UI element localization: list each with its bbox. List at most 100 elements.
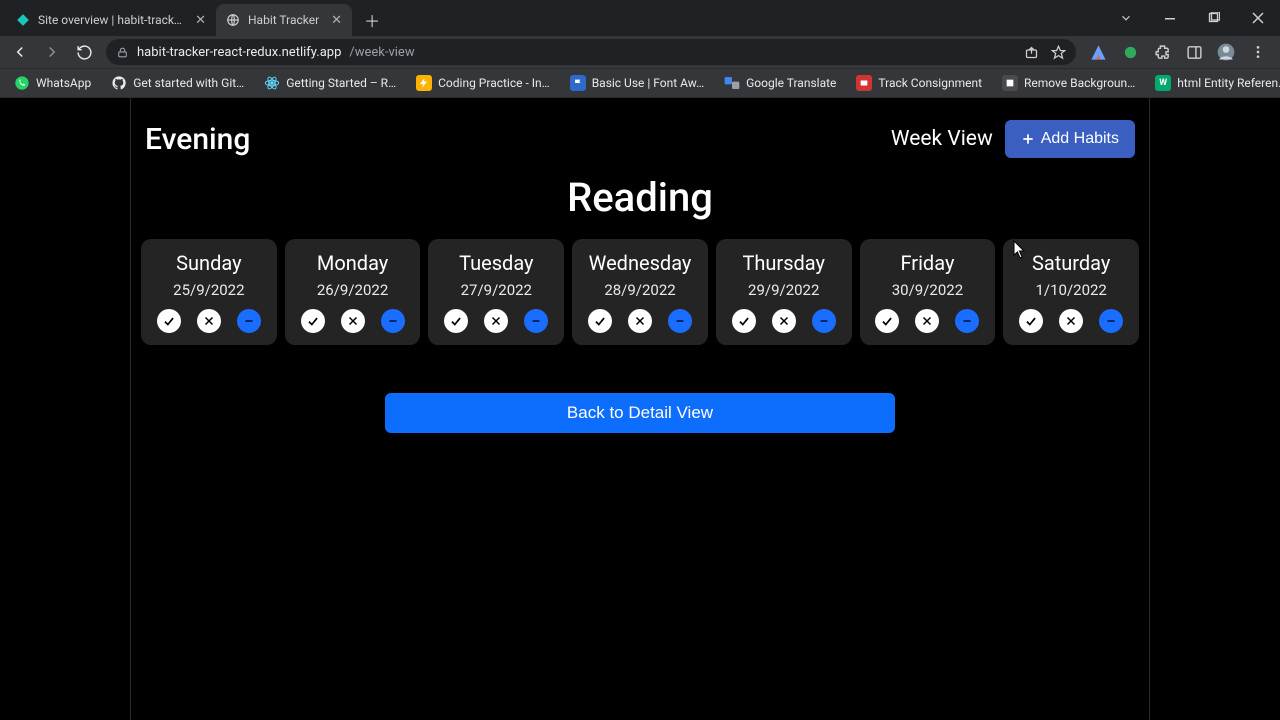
- bookmark-label: Google Translate: [746, 76, 836, 90]
- chevron-down-icon[interactable]: [1104, 0, 1148, 36]
- day-date: 28/9/2022: [578, 281, 702, 299]
- bookmark-fontawesome[interactable]: Basic Use | Font Aw…: [564, 72, 710, 94]
- mark-undone-button[interactable]: [772, 309, 796, 333]
- status-icons: [866, 309, 990, 333]
- mark-undone-button[interactable]: [197, 309, 221, 333]
- bookmark-label: Get started with Git…: [133, 76, 244, 90]
- url-path: /week-view: [349, 45, 414, 60]
- bolt-icon: [416, 75, 432, 91]
- bookmark-label: Coding Practice - In…: [438, 76, 550, 90]
- mark-done-button[interactable]: [732, 309, 756, 333]
- lock-icon: [116, 46, 129, 59]
- bookmark-label: Track Consignment: [878, 76, 982, 90]
- mark-undone-button[interactable]: [915, 309, 939, 333]
- mark-none-button[interactable]: [524, 309, 548, 333]
- bookmark-track[interactable]: Track Consignment: [850, 72, 988, 94]
- day-card: Sunday 25/9/2022: [141, 239, 277, 345]
- kebab-menu-icon[interactable]: [1244, 38, 1272, 66]
- browser-toolbar: habit-tracker-react-redux.netlify.app/we…: [0, 36, 1280, 68]
- app-topbar: Evening Week View Add Habits: [141, 98, 1139, 168]
- extension-dot-icon[interactable]: [1116, 38, 1144, 66]
- bookmark-label: Basic Use | Font Aw…: [592, 76, 704, 90]
- day-card: Saturday 1/10/2022: [1003, 239, 1139, 345]
- post-icon: [856, 75, 872, 91]
- netlify-icon: [16, 13, 30, 27]
- bookmark-react[interactable]: Getting Started – R…: [258, 72, 402, 94]
- mark-done-button[interactable]: [875, 309, 899, 333]
- week-row: Sunday 25/9/2022 Monday 26/9/2022: [141, 239, 1139, 345]
- tab-habit-tracker[interactable]: Habit Tracker ✕: [216, 4, 352, 36]
- tab-site-overview[interactable]: Site overview | habit-tracker-reac ✕: [6, 4, 216, 36]
- mark-none-button[interactable]: [668, 309, 692, 333]
- mark-done-button[interactable]: [301, 309, 325, 333]
- new-tab-button[interactable]: ＋: [358, 6, 386, 34]
- mark-none-button[interactable]: [812, 309, 836, 333]
- day-date: 27/9/2022: [434, 281, 558, 299]
- w3-icon: W: [1155, 75, 1171, 91]
- week-view-link[interactable]: Week View: [891, 127, 993, 151]
- mark-done-button[interactable]: [157, 309, 181, 333]
- mark-undone-button[interactable]: [484, 309, 508, 333]
- day-of-week: Monday: [291, 251, 415, 275]
- mark-done-button[interactable]: [444, 309, 468, 333]
- translate-icon: [724, 75, 740, 91]
- devtools-icon[interactable]: [1084, 38, 1112, 66]
- mark-none-button[interactable]: [381, 309, 405, 333]
- globe-icon: [226, 13, 240, 27]
- day-date: 1/10/2022: [1009, 281, 1133, 299]
- section-title: Evening: [145, 122, 250, 157]
- back-button[interactable]: [6, 38, 34, 66]
- close-icon[interactable]: ✕: [195, 13, 206, 28]
- url-host: habit-tracker-react-redux.netlify.app: [137, 45, 341, 60]
- bookmark-label: Remove Backgroun…: [1024, 76, 1135, 90]
- status-icons: [434, 309, 558, 333]
- profile-avatar[interactable]: [1212, 38, 1240, 66]
- address-bar[interactable]: habit-tracker-react-redux.netlify.app/we…: [106, 39, 1076, 65]
- bookmark-whatsapp[interactable]: WhatsApp: [8, 72, 97, 94]
- back-to-detail-button[interactable]: Back to Detail View: [385, 393, 895, 433]
- day-of-week: Thursday: [722, 251, 846, 275]
- reload-button[interactable]: [70, 38, 98, 66]
- star-icon[interactable]: [1051, 45, 1066, 60]
- mark-none-button[interactable]: [955, 309, 979, 333]
- day-card: Wednesday 28/9/2022: [572, 239, 708, 345]
- day-of-week: Wednesday: [578, 251, 702, 275]
- forward-button[interactable]: [38, 38, 66, 66]
- day-of-week: Saturday: [1009, 251, 1133, 275]
- bookmarks-bar: WhatsApp Get started with Git… Getting S…: [0, 68, 1280, 98]
- minimize-button[interactable]: [1148, 0, 1192, 36]
- share-icon[interactable]: [1024, 45, 1039, 60]
- react-icon: [264, 75, 280, 91]
- bookmark-removebg[interactable]: Remove Backgroun…: [996, 72, 1141, 94]
- bookmark-translate[interactable]: Google Translate: [718, 72, 842, 94]
- plus-icon: [1021, 132, 1035, 146]
- mark-undone-button[interactable]: [341, 309, 365, 333]
- mark-done-button[interactable]: [588, 309, 612, 333]
- add-habits-label: Add Habits: [1041, 130, 1119, 148]
- whatsapp-icon: [14, 75, 30, 91]
- extensions-icon[interactable]: [1148, 38, 1176, 66]
- status-icons: [291, 309, 415, 333]
- add-habits-button[interactable]: Add Habits: [1005, 120, 1135, 158]
- day-of-week: Tuesday: [434, 251, 558, 275]
- maximize-button[interactable]: [1192, 0, 1236, 36]
- app-container: Evening Week View Add Habits Reading Sun…: [130, 98, 1150, 720]
- bookmark-coding[interactable]: Coding Practice - In…: [410, 72, 556, 94]
- bookmark-github[interactable]: Get started with Git…: [105, 72, 250, 94]
- habit-title: Reading: [141, 174, 1139, 221]
- day-card: Friday 30/9/2022: [860, 239, 996, 345]
- bookmark-htmlentity[interactable]: W html Entity Referen…: [1149, 72, 1280, 94]
- page-viewport: Evening Week View Add Habits Reading Sun…: [0, 98, 1280, 720]
- day-of-week: Friday: [866, 251, 990, 275]
- day-date: 26/9/2022: [291, 281, 415, 299]
- side-panel-icon[interactable]: [1180, 38, 1208, 66]
- mark-undone-button[interactable]: [1059, 309, 1083, 333]
- removebg-icon: [1002, 75, 1018, 91]
- mark-done-button[interactable]: [1019, 309, 1043, 333]
- mark-none-button[interactable]: [237, 309, 261, 333]
- close-icon[interactable]: ✕: [331, 13, 342, 28]
- mark-undone-button[interactable]: [628, 309, 652, 333]
- close-button[interactable]: [1236, 0, 1280, 36]
- mark-none-button[interactable]: [1099, 309, 1123, 333]
- tab-label: Habit Tracker: [248, 13, 319, 27]
